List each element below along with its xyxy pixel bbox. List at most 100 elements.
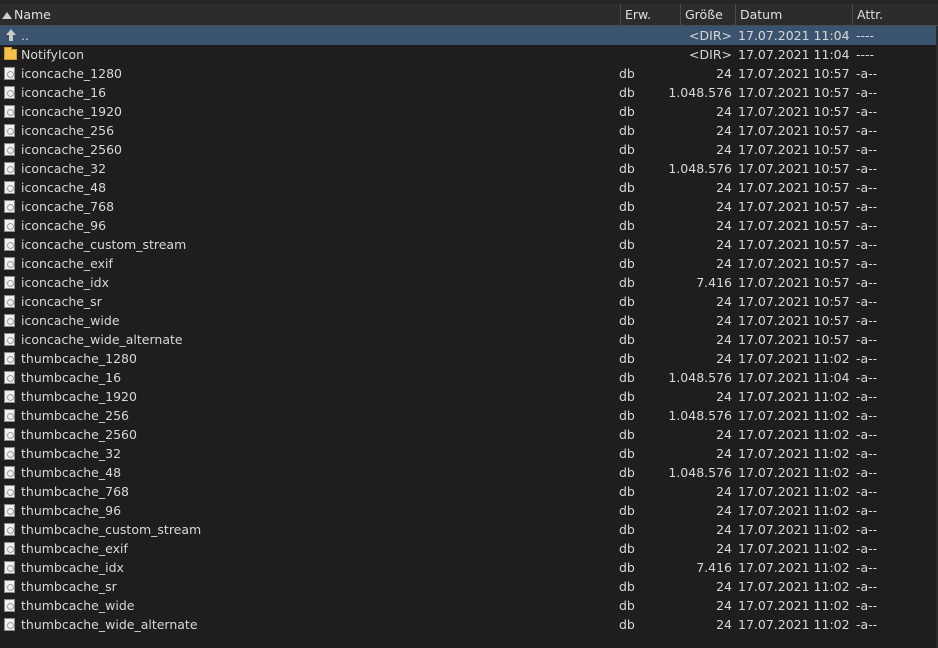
- table-row[interactable]: thumbcache_wide db 24 17.07.2021 11:02 -a--: [0, 596, 938, 615]
- file-date: 17.07.2021 11:02: [738, 484, 850, 499]
- table-row[interactable]: iconcache_2560 db 24 17.07.2021 10:57 -a--: [0, 140, 938, 159]
- table-row[interactable]: iconcache_32 db 1.048.576 17.07.2021 10:57-…: [0, 159, 938, 178]
- file-icon: [4, 580, 17, 593]
- file-attr: -a--: [856, 275, 878, 290]
- file-date: 17.07.2021 10:57: [738, 142, 850, 157]
- column-header-date[interactable]: Datum: [736, 4, 853, 25]
- file-size: 24: [716, 104, 732, 119]
- file-attr: ----: [856, 28, 875, 43]
- file-icon: [4, 67, 17, 80]
- file-attr: -a--: [856, 370, 878, 385]
- file-date: 17.07.2021 11:02: [738, 617, 850, 632]
- file-ext: db: [619, 522, 635, 537]
- file-ext: db: [619, 313, 635, 328]
- file-attr: -a--: [856, 142, 878, 157]
- table-row[interactable]: thumbcache_1280 db 24 17.07.2021 11:02 -a--: [0, 349, 938, 368]
- file-size: 24: [716, 66, 732, 81]
- file-icon: [4, 162, 17, 175]
- table-row[interactable]: .. <DIR> 17.07.2021 11:04 ----: [0, 26, 938, 45]
- file-icon: [4, 561, 17, 574]
- table-row[interactable]: thumbcache_custom_stream db 24 17.07.2021 1…: [0, 520, 938, 539]
- file-attr: -a--: [856, 180, 878, 195]
- table-row[interactable]: iconcache_1280 db 24 17.07.2021 10:57 -a--: [0, 64, 938, 83]
- file-size: 24: [716, 199, 732, 214]
- column-header-size[interactable]: Größe: [681, 4, 736, 25]
- file-date: 17.07.2021 11:02: [738, 408, 850, 423]
- table-row[interactable]: thumbcache_exif db 24 17.07.2021 11:02 -a--: [0, 539, 938, 558]
- file-name: iconcache_96: [21, 218, 107, 233]
- file-size: 24: [716, 617, 732, 632]
- file-ext: db: [619, 218, 635, 233]
- file-name: thumbcache_sr: [21, 579, 117, 594]
- file-icon: [4, 409, 17, 422]
- file-size: 24: [716, 427, 732, 442]
- table-row[interactable]: iconcache_48 db 24 17.07.2021 10:57 -a--: [0, 178, 938, 197]
- table-row[interactable]: thumbcache_48 db 1.048.576 17.07.2021 11:02…: [0, 463, 938, 482]
- file-name: thumbcache_48: [21, 465, 122, 480]
- table-row[interactable]: iconcache_wide_alternate db 24 17.07.2021 1…: [0, 330, 938, 349]
- file-attr: -a--: [856, 484, 878, 499]
- table-row[interactable]: thumbcache_256 db 1.048.576 17.07.2021 11:0…: [0, 406, 938, 425]
- file-ext: db: [619, 351, 635, 366]
- table-row[interactable]: NotifyIcon <DIR> 17.07.2021 11:04 ----: [0, 45, 938, 64]
- file-date: 17.07.2021 11:04: [738, 47, 850, 62]
- file-date: 17.07.2021 11:02: [738, 351, 850, 366]
- table-row[interactable]: thumbcache_16 db 1.048.576 17.07.2021 11:04…: [0, 368, 938, 387]
- file-date: 17.07.2021 11:04: [738, 28, 850, 43]
- column-header-attr[interactable]: Attr.: [853, 4, 938, 25]
- file-attr: -a--: [856, 503, 878, 518]
- table-row[interactable]: thumbcache_1920 db 24 17.07.2021 11:02 -a--: [0, 387, 938, 406]
- table-row[interactable]: thumbcache_idx db 7.416 17.07.2021 11:02 -a-…: [0, 558, 938, 577]
- file-date: 17.07.2021 10:57: [738, 199, 850, 214]
- table-row[interactable]: iconcache_16 db 1.048.576 17.07.2021 10:57-…: [0, 83, 938, 102]
- table-row[interactable]: iconcache_1920 db 24 17.07.2021 10:57 -a--: [0, 102, 938, 121]
- table-row[interactable]: thumbcache_2560 db 24 17.07.2021 11:02 -a--: [0, 425, 938, 444]
- file-attr: -a--: [856, 598, 878, 613]
- file-size: 24: [716, 237, 732, 252]
- file-name: thumbcache_wide_alternate: [21, 617, 198, 632]
- file-ext: db: [619, 560, 635, 575]
- file-icon: [4, 390, 17, 403]
- table-row[interactable]: iconcache_wide db 24 17.07.2021 10:57 -a--: [0, 311, 938, 330]
- column-header-name[interactable]: Name: [0, 4, 621, 25]
- file-date: 17.07.2021 11:02: [738, 522, 850, 537]
- table-row[interactable]: thumbcache_32 db 24 17.07.2021 11:02 -a--: [0, 444, 938, 463]
- file-size: 7.416: [696, 275, 732, 290]
- file-ext: db: [619, 389, 635, 404]
- file-attr: -a--: [856, 104, 878, 119]
- file-size: 1.048.576: [668, 408, 732, 423]
- file-icon: [4, 542, 17, 555]
- table-row[interactable]: thumbcache_wide_alternate db 24 17.07.2021 …: [0, 615, 938, 634]
- table-row[interactable]: iconcache_sr db 24 17.07.2021 10:57 -a--: [0, 292, 938, 311]
- table-row[interactable]: iconcache_256 db 24 17.07.2021 10:57 -a--: [0, 121, 938, 140]
- file-date: 17.07.2021 10:57: [738, 218, 850, 233]
- file-attr: -a--: [856, 541, 878, 556]
- column-header-ext[interactable]: Erw.: [621, 4, 681, 25]
- file-size: <DIR>: [689, 47, 732, 62]
- file-size: 24: [716, 541, 732, 556]
- file-name: iconcache_custom_stream: [21, 237, 187, 252]
- file-name: iconcache_48: [21, 180, 107, 195]
- table-row[interactable]: thumbcache_96 db 24 17.07.2021 11:02 -a--: [0, 501, 938, 520]
- file-ext: db: [619, 598, 635, 613]
- file-ext: db: [619, 541, 635, 556]
- file-date: 17.07.2021 10:57: [738, 294, 850, 309]
- file-name: thumbcache_1280: [21, 351, 137, 366]
- file-ext: db: [619, 142, 635, 157]
- table-row[interactable]: iconcache_96 db 24 17.07.2021 10:57 -a--: [0, 216, 938, 235]
- file-date: 17.07.2021 10:57: [738, 275, 850, 290]
- table-row[interactable]: thumbcache_768 db 24 17.07.2021 11:02 -a--: [0, 482, 938, 501]
- file-name: iconcache_1920: [21, 104, 122, 119]
- file-date: 17.07.2021 11:02: [738, 541, 850, 556]
- file-attr: -a--: [856, 218, 878, 233]
- table-row[interactable]: iconcache_768 db 24 17.07.2021 10:57 -a--: [0, 197, 938, 216]
- file-icon: [4, 86, 17, 99]
- file-icon: [4, 485, 17, 498]
- table-row[interactable]: iconcache_exif db 24 17.07.2021 10:57 -a--: [0, 254, 938, 273]
- file-icon: [4, 466, 17, 479]
- table-row[interactable]: iconcache_idx db 7.416 17.07.2021 10:57 -a--: [0, 273, 938, 292]
- file-icon: [4, 371, 17, 384]
- table-row[interactable]: thumbcache_sr db 24 17.07.2021 11:02 -a--: [0, 577, 938, 596]
- table-row[interactable]: iconcache_custom_stream db 24 17.07.2021 10…: [0, 235, 938, 254]
- file-name: ..: [21, 28, 29, 43]
